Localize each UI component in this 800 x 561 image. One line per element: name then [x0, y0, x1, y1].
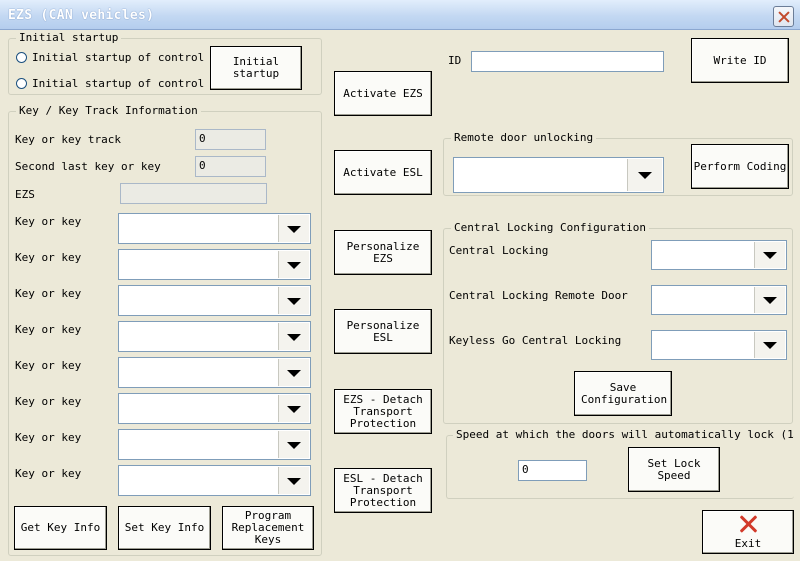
ezs-detach-transport-label: EZS - Detach Transport Protection [343, 392, 423, 430]
personalize-esl-button[interactable]: Personalize ESL [334, 309, 432, 354]
personalize-ezs-button[interactable]: Personalize EZS [334, 230, 432, 275]
central-locking-label: Central Locking [449, 244, 549, 257]
set-lock-speed-label: Set Lock Speed [647, 456, 701, 482]
write-id-button[interactable]: Write ID [691, 38, 789, 83]
esl-detach-transport-button[interactable]: ESL - Detach Transport Protection [334, 468, 432, 513]
second-last-key-field[interactable]: 0 [195, 156, 266, 177]
second-last-key-label: Second last key or key [15, 160, 161, 173]
personalize-ezs-label: Personalize EZS [346, 239, 420, 265]
chevron-down-icon[interactable] [278, 359, 309, 386]
key-combo-6[interactable] [118, 393, 311, 424]
initial-startup-radio-1[interactable] [16, 52, 27, 63]
chevron-down-icon[interactable] [754, 287, 785, 313]
key-label-1: Key or key [15, 215, 82, 228]
initial-startup-radio-2[interactable] [16, 78, 27, 89]
key-combo-1[interactable] [118, 213, 311, 244]
key-label-8: Key or key [15, 467, 82, 480]
remote-door-combo[interactable] [453, 157, 664, 193]
esl-detach-transport-label: ESL - Detach Transport Protection [343, 471, 423, 509]
key-label-3: Key or key [15, 287, 82, 300]
save-configuration-label: Save Configuration [581, 380, 668, 406]
key-label-2: Key or key [15, 251, 82, 264]
key-combo-5[interactable] [118, 357, 311, 388]
keyless-go-label: Keyless Go Central Locking [449, 334, 622, 347]
personalize-esl-label: Personalize ESL [346, 318, 420, 344]
remote-door-legend: Remote door unlocking [451, 131, 597, 144]
key-label-7: Key or key [15, 431, 82, 444]
chevron-down-icon[interactable] [627, 159, 662, 191]
initial-startup-legend: Initial startup [16, 31, 122, 44]
central-locking-remote-door-combo[interactable] [651, 285, 787, 315]
activate-ezs-button[interactable]: Activate EZS [334, 71, 432, 116]
speed-group [446, 435, 794, 499]
set-lock-speed-button[interactable]: Set Lock Speed [628, 447, 720, 492]
program-replacement-keys-label: Program Replacement Keys [231, 509, 305, 546]
keyless-go-combo[interactable] [651, 330, 787, 360]
speed-field[interactable]: 0 [518, 460, 587, 481]
ezs-label: EZS [15, 188, 35, 201]
key-track-field[interactable]: 0 [195, 129, 266, 150]
get-key-info-label: Get Key Info [20, 521, 101, 534]
key-track-label: Key or key track [15, 133, 121, 146]
set-key-info-label: Set Key Info [124, 521, 205, 534]
exit-label: Exit [734, 537, 762, 550]
key-combo-2[interactable] [118, 249, 311, 280]
get-key-info-button[interactable]: Get Key Info [14, 506, 107, 550]
initial-startup-button-label: Initial startup [232, 55, 280, 80]
chevron-down-icon[interactable] [278, 467, 309, 494]
perform-coding-button[interactable]: Perform Coding [691, 144, 789, 189]
key-label-4: Key or key [15, 323, 82, 336]
chevron-down-icon[interactable] [278, 395, 309, 422]
id-field[interactable] [471, 51, 664, 72]
id-label: ID [448, 54, 462, 67]
perform-coding-label: Perform Coding [693, 159, 787, 173]
close-icon[interactable] [773, 6, 794, 27]
initial-startup-button[interactable]: Initial startup [210, 46, 302, 90]
save-configuration-button[interactable]: Save Configuration [574, 371, 672, 416]
chevron-down-icon[interactable] [278, 323, 309, 350]
set-key-info-button[interactable]: Set Key Info [118, 506, 211, 550]
activate-esl-button[interactable]: Activate ESL [334, 150, 432, 195]
key-label-6: Key or key [15, 395, 82, 408]
chevron-down-icon[interactable] [754, 242, 785, 268]
ezs-detach-transport-button[interactable]: EZS - Detach Transport Protection [334, 389, 432, 434]
central-locking-legend: Central Locking Configuration [451, 221, 650, 234]
exit-x-icon [737, 514, 759, 534]
key-combo-4[interactable] [118, 321, 311, 352]
key-combo-8[interactable] [118, 465, 311, 496]
ezs-field[interactable] [120, 183, 267, 204]
exit-button[interactable]: Exit [702, 510, 794, 554]
window-title: EZS (CAN vehicles) [8, 8, 155, 23]
chevron-down-icon[interactable] [278, 431, 309, 458]
activate-esl-label: Activate ESL [343, 165, 423, 179]
key-combo-7[interactable] [118, 429, 311, 460]
initial-startup-option-2-label: Initial startup of control [32, 77, 205, 90]
activate-ezs-label: Activate EZS [343, 86, 423, 100]
central-locking-combo[interactable] [651, 240, 787, 270]
key-label-5: Key or key [15, 359, 82, 372]
key-info-legend: Key / Key Track Information [16, 104, 201, 117]
write-id-label: Write ID [713, 53, 767, 67]
chevron-down-icon[interactable] [754, 332, 785, 358]
initial-startup-option-1-label: Initial startup of control [32, 51, 205, 64]
program-replacement-keys-button[interactable]: Program Replacement Keys [222, 506, 314, 550]
key-combo-3[interactable] [118, 285, 311, 316]
chevron-down-icon[interactable] [278, 251, 309, 278]
chevron-down-icon[interactable] [278, 287, 309, 314]
central-locking-remote-door-label: Central Locking Remote Door [449, 289, 628, 302]
chevron-down-icon[interactable] [278, 215, 309, 242]
speed-legend: Speed at which the doors will automatica… [453, 428, 793, 441]
